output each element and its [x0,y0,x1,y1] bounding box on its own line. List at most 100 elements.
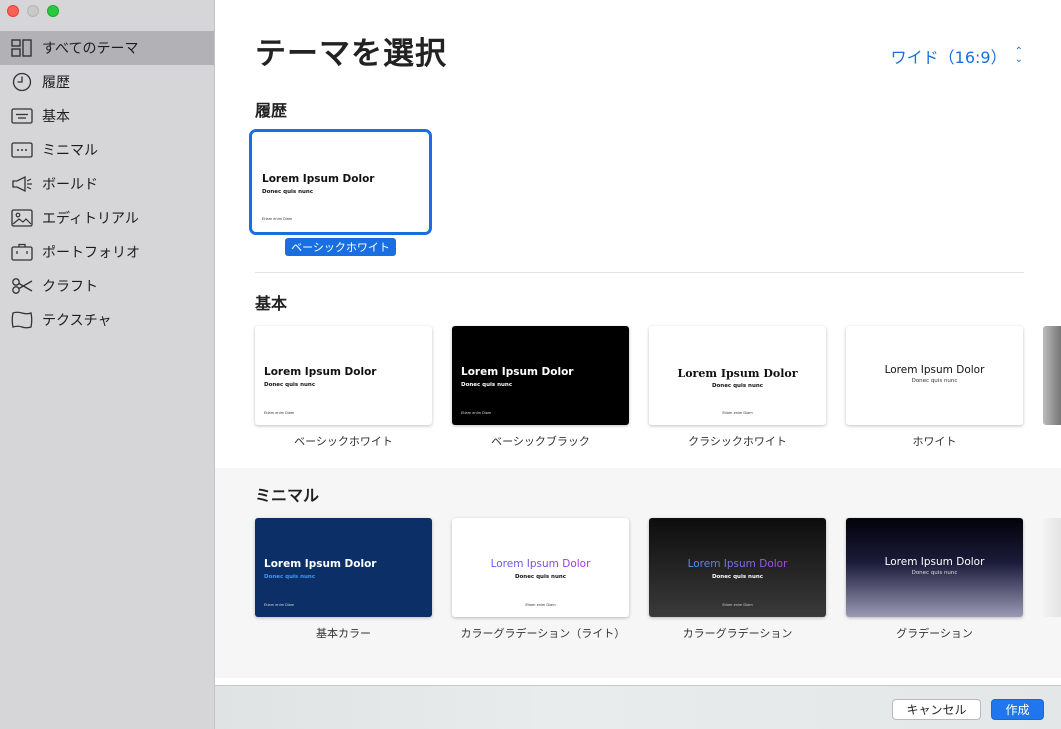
sidebar-item-portfolio[interactable]: ポートフォリオ [0,235,214,269]
thumbnail-footer: Etiam enim Diam [262,217,293,221]
selected-theme-outline: Lorem Ipsum Dolor Donec quis nunc Etiam … [249,129,432,235]
thumbnail-title: Lorem Ipsum Dolor [461,366,574,378]
window-controls [7,5,59,17]
sidebar-item-label: ボールド [42,177,98,193]
zoom-window-button[interactable] [47,5,59,17]
thumbnail-subtitle: Donec quis nunc [711,383,764,389]
thumbnail-subtitle: Donec quis nunc [264,574,316,580]
theme-tile-basic-white-recent[interactable]: Lorem Ipsum Dolor Donec quis nunc Etiam … [249,129,432,256]
theme-thumbnail: Lorem Ipsum Dolor Donec quis nunc Etiam … [452,518,629,617]
close-window-button[interactable] [7,5,19,17]
grid-icon [10,37,34,59]
thumbnail-subtitle: Donec quis nunc [262,189,314,195]
text-box-icon [10,105,34,127]
aspect-ratio-label: ワイド（16:9） [890,48,1007,67]
theme-thumbnail: Lorem Ipsum Dolor Donec quis nunc Etiam … [649,518,826,617]
theme-label: カラーグラデーション（ライト） [460,627,626,640]
clock-icon [10,71,34,93]
sidebar-item-label: エディトリアル [42,211,139,227]
aspect-ratio-popup[interactable]: ワイド（16:9） ⌃ ⌄ [891,44,1023,68]
sidebar-item-label: すべてのテーマ [42,41,139,57]
thumbnail-footer: Etiam enim Diam [525,603,556,607]
theme-label: ベーシックホワイト [294,435,393,448]
theme-thumbnail: Lorem Ipsum Dolor Donec quis nunc Etiam … [253,133,428,231]
sidebar-item-minimal[interactable]: ミニマル [0,133,214,167]
thumbnail-title: Lorem Ipsum Dolor [452,558,629,570]
history-theme-row: Lorem Ipsum Dolor Donec quis nunc Etiam … [249,129,432,256]
theme-thumbnail: Lorem Ipsum Dolor Donec quis nunc Etiam … [649,326,826,425]
scissors-icon [10,275,34,297]
image-icon [10,207,34,229]
thumbnail-footer: Etiam enim Diam [461,411,492,415]
chevron-up-down-icon: ⌃ ⌄ [1014,46,1023,65]
theme-tile-classic-white[interactable]: Lorem Ipsum Dolor Donec quis nunc Etiam … [649,326,826,449]
thumbnail-footer: Etiam enim Diam [264,411,295,415]
thumbnail-footer: Etiam enim Diam [722,603,753,607]
next-theme-peek [1043,518,1061,617]
dots-box-icon [10,139,34,161]
theme-tile-gradient[interactable]: Lorem Ipsum Dolor Donec quis nunc グラデーショ… [846,518,1023,641]
thumbnail-subtitle: Donec quis nunc [461,382,513,388]
thumbnail-subtitle: Donec quis nunc [514,574,567,580]
cancel-button[interactable]: キャンセル [892,699,981,720]
theme-thumbnail: Lorem Ipsum Dolor Donec quis nunc Etiam … [452,326,629,425]
theme-thumbnail: Lorem Ipsum Dolor Donec quis nunc [846,518,1023,617]
thumbnail-subtitle: Donec quis nunc [711,574,764,580]
thumbnail-title: Lorem Ipsum Dolor [884,364,985,376]
thumbnail-footer: Etiam enim Diam [722,411,753,415]
theme-tile-basic-color[interactable]: Lorem Ipsum Dolor Donec quis nunc Etiam … [255,518,432,641]
sidebar-item-bold[interactable]: ボールド [0,167,214,201]
minimal-theme-row: Lorem Ipsum Dolor Donec quis nunc Etiam … [255,518,1023,641]
minimize-window-button[interactable] [27,5,39,17]
section-title-history: 履歴 [255,101,288,120]
theme-label: ベーシックホワイト [285,238,396,256]
megaphone-icon [10,173,34,195]
theme-tile-white[interactable]: Lorem Ipsum Dolor Donec quis nunc ホワイト [846,326,1023,449]
sidebar-item-label: クラフト [42,279,98,295]
section-title-basic: 基本 [255,294,288,313]
thumbnail-title: Lorem Ipsum Dolor [677,367,798,380]
theme-label: クラシックホワイト [688,435,787,448]
sidebar-item-editorial[interactable]: エディトリアル [0,201,214,235]
sidebar-item-label: ポートフォリオ [42,245,140,261]
thumbnail-subtitle: Donec quis nunc [264,382,316,388]
page-title: テーマを選択 [255,36,447,72]
section-title-minimal: ミニマル [255,486,320,505]
thumbnail-title: Lorem Ipsum Dolor [262,173,375,185]
theme-tile-color-gradient-light[interactable]: Lorem Ipsum Dolor Donec quis nunc Etiam … [452,518,629,641]
theme-label: カラーグラデーション [682,627,793,640]
thumbnail-title: Lorem Ipsum Dolor [264,366,377,378]
theme-label: 基本カラー [316,627,371,640]
sidebar-item-basic[interactable]: 基本 [0,99,214,133]
sidebar-item-label: テクスチャ [42,313,112,329]
next-theme-peek [1043,326,1061,425]
create-button[interactable]: 作成 [991,699,1044,720]
sidebar-item-label: 基本 [42,109,70,125]
theme-tile-color-gradient[interactable]: Lorem Ipsum Dolor Donec quis nunc Etiam … [649,518,826,641]
thumbnail-title: Lorem Ipsum Dolor [884,556,985,568]
texture-frame-icon [10,309,34,331]
theme-thumbnail: Lorem Ipsum Dolor Donec quis nunc Etiam … [255,518,432,617]
thumbnail-title: Lorem Ipsum Dolor [264,558,377,570]
sidebar-item-all-themes[interactable]: すべてのテーマ [0,31,214,65]
sidebar-item-label: ミニマル [42,143,98,159]
theme-tile-basic-white[interactable]: Lorem Ipsum Dolor Donec quis nunc Etiam … [255,326,432,449]
thumbnail-footer: Etiam enim Diam [264,603,295,607]
basic-theme-row: Lorem Ipsum Dolor Donec quis nunc Etiam … [255,326,1023,449]
sidebar-item-texture[interactable]: テクスチャ [0,303,214,337]
theme-label: ベーシックブラック [491,435,590,448]
theme-category-list: すべてのテーマ 履歴 基本 ミニマル ボールド エディトリアル ポートフォリオ … [0,31,214,337]
theme-thumbnail: Lorem Ipsum Dolor Donec quis nunc [846,326,1023,425]
theme-chooser-main: テーマを選択 ワイド（16:9） ⌃ ⌄ 履歴 Lorem Ipsum Dolor… [215,0,1061,685]
section-divider [255,272,1024,273]
theme-thumbnail: Lorem Ipsum Dolor Donec quis nunc Etiam … [255,326,432,425]
theme-label: グラデーション [896,627,973,640]
briefcase-icon [10,241,34,263]
sidebar-item-label: 履歴 [42,75,70,91]
thumbnail-title: Lorem Ipsum Dolor [649,558,826,570]
theme-tile-basic-black[interactable]: Lorem Ipsum Dolor Donec quis nunc Etiam … [452,326,629,449]
theme-label: ホワイト [912,435,957,448]
sidebar-item-history[interactable]: 履歴 [0,65,214,99]
dialog-footer: キャンセル 作成 [215,685,1061,729]
sidebar-item-craft[interactable]: クラフト [0,269,214,303]
